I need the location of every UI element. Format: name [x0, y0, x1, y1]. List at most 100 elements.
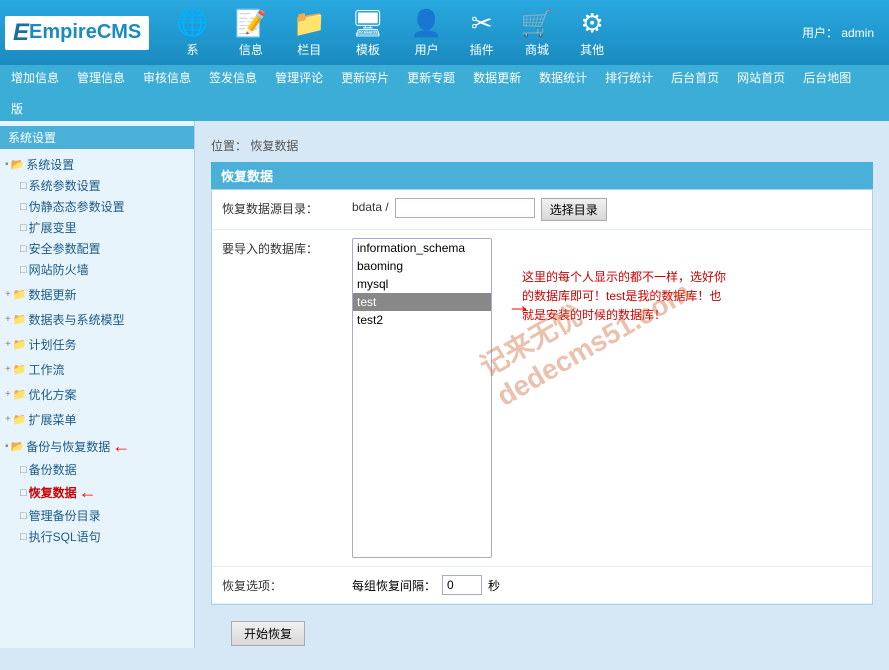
tree-label-scheduled[interactable]: 计划任务: [29, 336, 77, 353]
link-firewall[interactable]: 网站防火墙: [29, 261, 89, 278]
tree-label-data-tables[interactable]: 数据表与系统模型: [29, 311, 125, 328]
nav-version[interactable]: 版: [8, 99, 26, 118]
nav-column[interactable]: 📁 栏目: [281, 3, 337, 63]
expand-icon-tables: +: [5, 314, 11, 325]
tree-child-manage-backup-dir: □ 管理备份目录: [0, 505, 194, 526]
tree-root-scheduled[interactable]: + 📁 计划任务: [0, 334, 194, 355]
annotation-text: 这里的每个人显示的都不一样，选好你的数据库即可！test是我的数据库！也就是安装…: [522, 268, 742, 326]
tree-child-restore-data: □ 恢复数据 ←: [0, 480, 194, 505]
other-icon: ⚙: [581, 8, 604, 39]
nav-template[interactable]: 🖥 模板: [339, 3, 396, 63]
tree-item-data-update: + 📁 数据更新: [0, 282, 194, 307]
tree-label-data-update[interactable]: 数据更新: [29, 286, 77, 303]
tree-label-backup[interactable]: 备份与恢复数据: [26, 438, 110, 455]
link-extend-var[interactable]: 扩展变里: [29, 219, 77, 236]
main: 系统设置 ▪ 📂 系统设置 □ 系统参数设置 □ 伪静态态参数设置 □ 扩展变里…: [0, 121, 889, 648]
nav-shop-label: 商城: [525, 41, 549, 58]
nav-backend-map[interactable]: 后台地图: [800, 68, 854, 87]
tree-child-sql: □ 执行SQL语句: [0, 526, 194, 547]
tree-root-data-update[interactable]: + 📁 数据更新: [0, 284, 194, 305]
shop-icon: 🛒: [521, 8, 553, 39]
logo-text: EmpireCMS: [29, 21, 141, 44]
nav-info-label: 信息: [239, 41, 263, 58]
logo: E EmpireCMS: [5, 16, 149, 50]
nav-other[interactable]: ⚙ 其他: [567, 3, 617, 63]
interval-unit: 秒: [488, 577, 500, 594]
tree-label-workflow[interactable]: 工作流: [29, 361, 65, 378]
doc-icon-2: □: [20, 201, 27, 213]
nav-update-special[interactable]: 更新专题: [404, 68, 458, 87]
select-dir-button[interactable]: 选择目录: [541, 198, 607, 221]
database-select[interactable]: information_schema baoming mysql test te…: [352, 238, 492, 558]
bdata-prefix: bdata /: [352, 198, 389, 214]
nav-data-stats[interactable]: 数据统计: [536, 68, 590, 87]
tree-root-backup[interactable]: ▪ 📂 备份与恢复数据 ←: [0, 434, 194, 459]
tree-child-extend-var: □ 扩展变里: [0, 217, 194, 238]
dir-input[interactable]: [395, 198, 535, 218]
nav-user-label: 用户: [415, 41, 439, 58]
expand-icon-data: +: [5, 289, 11, 300]
folder-icon-backup: 📂: [11, 440, 25, 453]
link-security[interactable]: 安全参数配置: [29, 240, 101, 257]
link-pseudo-static[interactable]: 伪静态态参数设置: [29, 198, 125, 215]
expand-icon-extend: +: [5, 414, 11, 425]
nav-review-info[interactable]: 审核信息: [140, 68, 194, 87]
form-row-dir: 恢复数据源目录： bdata / 选择目录: [212, 190, 872, 230]
nav-shop[interactable]: 🛒 商城: [509, 3, 565, 63]
link-sys-params[interactable]: 系统参数设置: [29, 177, 101, 194]
nav-rank-stats[interactable]: 排行统计: [602, 68, 656, 87]
db-option-test[interactable]: test: [353, 293, 491, 311]
nav-system-label: 系: [186, 41, 198, 58]
logo-e: E: [13, 19, 29, 47]
content: 位置： 恢复数据 恢复数据 恢复数据源目录： bdata / 选择目录: [203, 129, 881, 670]
nav-manage-comments[interactable]: 管理评论: [272, 68, 326, 87]
tree-root-data-tables[interactable]: + 📁 数据表与系统模型: [0, 309, 194, 330]
expand-icon-optimize: +: [5, 389, 11, 400]
nav-plugin-label: 插件: [470, 41, 494, 58]
nav-system[interactable]: 🌐 系: [164, 3, 220, 63]
tree-label-optimize[interactable]: 优化方案: [29, 386, 77, 403]
nav-add-info[interactable]: 增加信息: [8, 68, 62, 87]
tree-root-optimize[interactable]: + 📁 优化方案: [0, 384, 194, 405]
db-option-baoming[interactable]: baoming: [353, 257, 491, 275]
link-sql[interactable]: 执行SQL语句: [29, 528, 101, 545]
folder-icon-scheduled: 📁: [13, 338, 27, 351]
nav-user[interactable]: 👤 用户: [398, 3, 454, 63]
folder-icon-workflow: 📁: [13, 363, 27, 376]
user-icon: 👤: [410, 8, 442, 39]
dir-label: 恢复数据源目录：: [222, 198, 352, 217]
db-option-test2[interactable]: test2: [353, 311, 491, 329]
link-restore-data[interactable]: 恢复数据: [29, 484, 77, 501]
column-icon: 📁: [293, 8, 325, 39]
interval-input[interactable]: [442, 575, 482, 595]
breadcrumb-current: 恢复数据: [250, 139, 298, 153]
doc-icon-4: □: [20, 243, 27, 255]
tree-label-system[interactable]: 系统设置: [26, 156, 74, 173]
nav-manage-info[interactable]: 管理信息: [74, 68, 128, 87]
db-option-mysql[interactable]: mysql: [353, 275, 491, 293]
nav-site-home[interactable]: 网站首页: [734, 68, 788, 87]
arrow-backup: ←: [112, 436, 130, 457]
folder-icon-extend: 📁: [13, 413, 27, 426]
nav-plugin[interactable]: ✂ 插件: [457, 3, 507, 63]
tree-item-extend-menu: + 📁 扩展菜单: [0, 407, 194, 432]
nav-info[interactable]: 📝 信息: [223, 3, 279, 63]
nav-backend-home[interactable]: 后台首页: [668, 68, 722, 87]
sidebar-title: 系统设置: [0, 126, 194, 149]
link-manage-backup-dir[interactable]: 管理备份目录: [29, 507, 101, 524]
tree-root-workflow[interactable]: + 📁 工作流: [0, 359, 194, 380]
link-backup-data[interactable]: 备份数据: [29, 461, 77, 478]
system-icon: 🌐: [176, 8, 208, 39]
tree-root-system[interactable]: ▪ 📂 系统设置: [0, 154, 194, 175]
nav-data-update[interactable]: 数据更新: [470, 68, 524, 87]
tree-label-extend-menu[interactable]: 扩展菜单: [29, 411, 77, 428]
tree-root-extend-menu[interactable]: + 📁 扩展菜单: [0, 409, 194, 430]
db-option-info-schema[interactable]: information_schema: [353, 239, 491, 257]
breadcrumb-label: 位置：: [211, 139, 247, 153]
form-row-db: 要导入的数据库： information_schema baoming mysq…: [212, 230, 872, 567]
nav-update-snippets[interactable]: 更新碎片: [338, 68, 392, 87]
start-restore-button[interactable]: 开始恢复: [231, 621, 305, 646]
breadcrumb: 位置： 恢复数据: [211, 137, 873, 154]
nav-publish-info[interactable]: 签发信息: [206, 68, 260, 87]
user-label: 用户：: [802, 26, 838, 40]
